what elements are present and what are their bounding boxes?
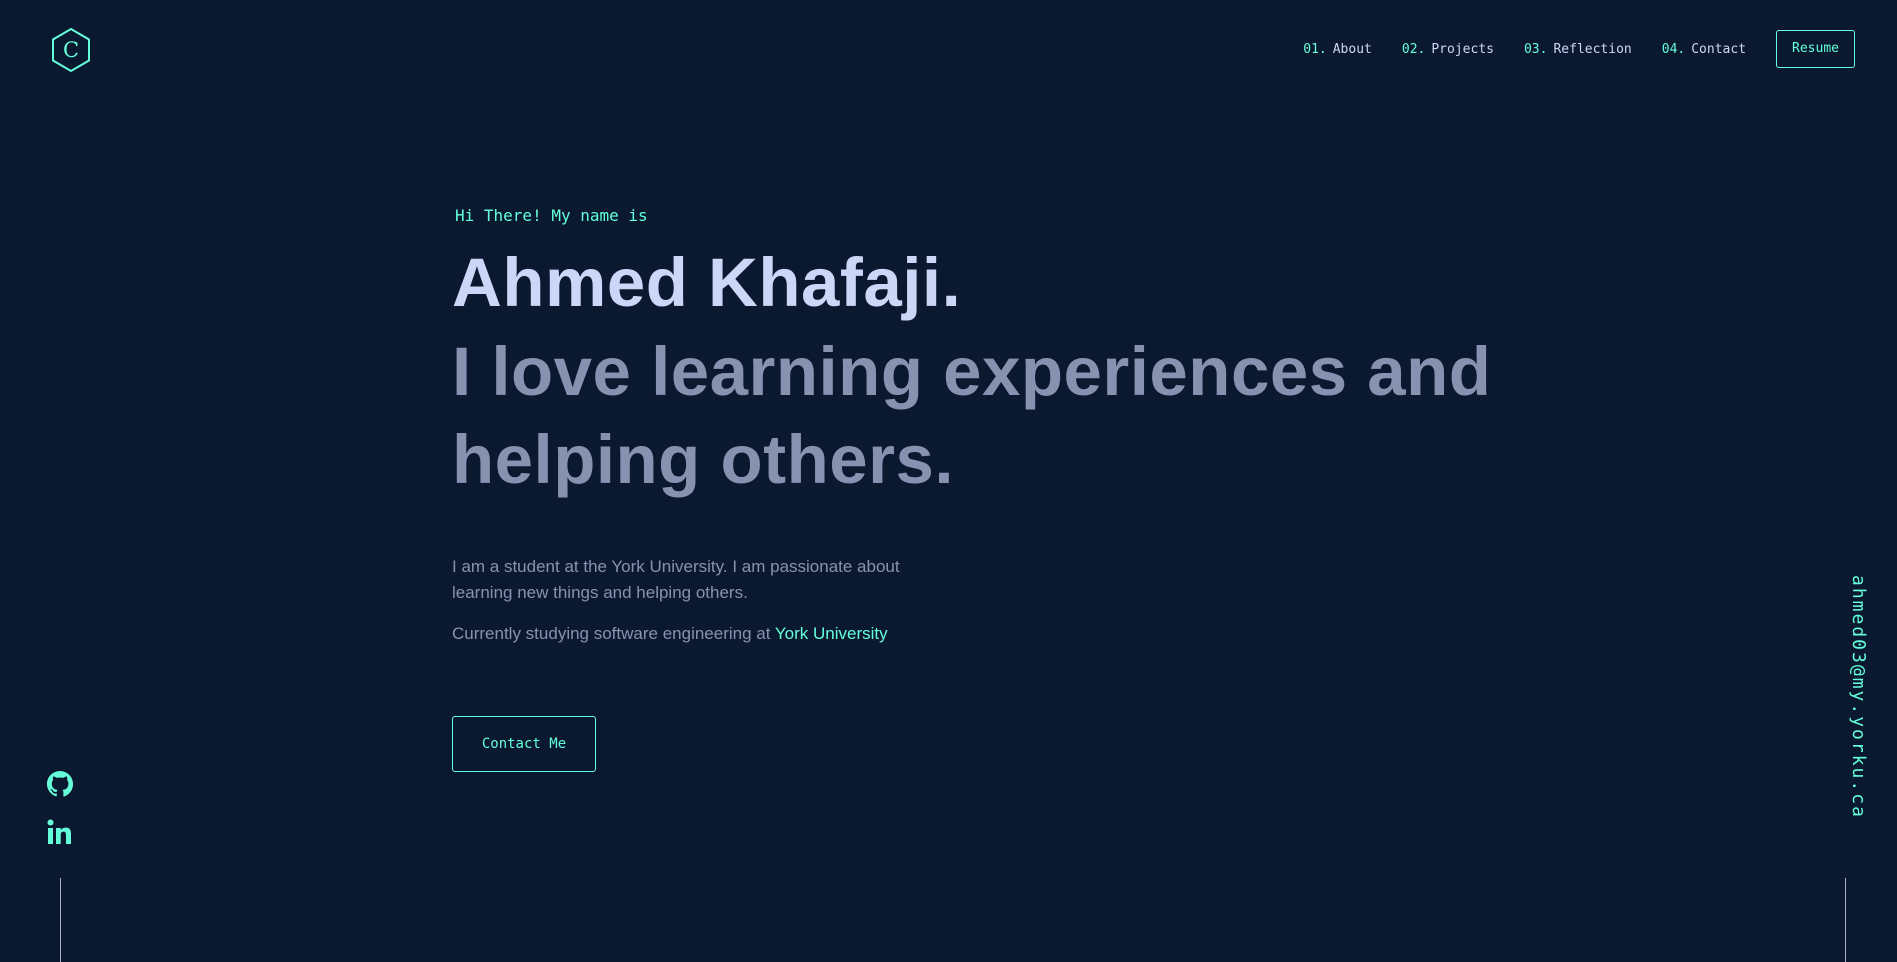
nav-item-number: 02. xyxy=(1401,41,1426,57)
nav-item-label: Projects xyxy=(1431,41,1494,57)
logo[interactable]: C xyxy=(50,27,92,73)
nav-item-number: 03. xyxy=(1523,41,1548,57)
hero-name: Ahmed Khafaji. xyxy=(452,244,962,321)
main-nav: 01. About 02. Projects 03. Reflection 04. Co… xyxy=(1303,30,1855,68)
logo-letter: C xyxy=(62,38,80,62)
github-icon[interactable] xyxy=(40,770,80,798)
contact-me-button[interactable]: Contact Me xyxy=(452,716,596,772)
nav-item-label: About xyxy=(1332,41,1372,57)
nav-item-reflection[interactable]: 03. Reflection xyxy=(1524,42,1632,57)
nav-item-number: 01. xyxy=(1303,41,1327,57)
hero-greeting: Hi There! My name is xyxy=(455,206,648,225)
nav-item-number: 04. xyxy=(1661,41,1686,57)
linkedin-icon[interactable] xyxy=(40,818,80,846)
study-prefix: Currently studying software engineering … xyxy=(452,624,775,643)
nav-item-contact[interactable]: 04. Contact xyxy=(1662,42,1746,57)
nav-item-about[interactable]: 01. About xyxy=(1303,42,1372,57)
hero-section: Hi There! My name is Ahmed Khafaji. I lo… xyxy=(452,204,1502,772)
right-vertical-line xyxy=(1845,878,1846,962)
hero-tagline: I love learning experiences and helping … xyxy=(452,333,1492,498)
nav-item-label: Contact xyxy=(1691,41,1747,57)
nav-item-label: Reflection xyxy=(1553,41,1632,57)
left-vertical-line xyxy=(60,878,61,962)
resume-button[interactable]: Resume xyxy=(1776,30,1855,68)
hero-study-line: Currently studying software engineering … xyxy=(452,621,1502,647)
york-university-link[interactable]: York University xyxy=(775,624,888,643)
hero-bio: I am a student at the York University. I… xyxy=(452,557,900,602)
email-link[interactable]: ahmed03@my.yorku.ca xyxy=(1848,575,1869,819)
social-links xyxy=(40,770,80,866)
nav-item-projects[interactable]: 02. Projects xyxy=(1402,42,1494,57)
